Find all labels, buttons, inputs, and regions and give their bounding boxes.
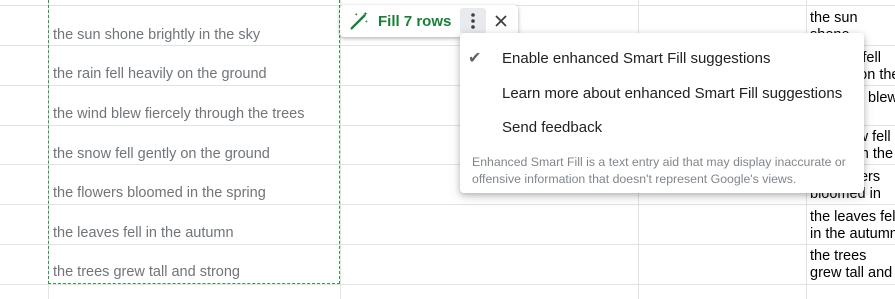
fill-rows-button[interactable]: Fill 7 rows bbox=[378, 13, 451, 30]
menu-item-label: Learn more about enhanced Smart Fill sug… bbox=[502, 84, 843, 102]
smart-fill-options-menu: ✔ Enable enhanced Smart Fill suggestions… bbox=[460, 33, 864, 193]
menu-item-send-feedback[interactable]: Send feedback bbox=[460, 112, 864, 142]
cell-suggestion[interactable]: the sun shone brightly in the sky bbox=[53, 27, 260, 43]
menu-item-learn-more[interactable]: Learn more about enhanced Smart Fill sug… bbox=[460, 78, 864, 108]
cell-suggestion[interactable]: the leaves fell in the autumn bbox=[53, 225, 234, 241]
cell-suggestion[interactable]: the wind blew fiercely through the trees bbox=[53, 106, 304, 122]
smart-fill-disclaimer: Enhanced Smart Fill is a text entry aid … bbox=[472, 155, 846, 186]
cell-suggestion[interactable]: the rain fell heavily on the ground bbox=[53, 66, 267, 82]
menu-item-label: Send feedback bbox=[502, 118, 603, 136]
cell-source[interactable]: the trees grew tall and strong bbox=[810, 248, 895, 282]
row-divider bbox=[0, 284, 895, 285]
cell-source[interactable]: the leaves fell in the autumn bbox=[810, 209, 895, 243]
check-icon: ✔ bbox=[468, 50, 482, 67]
menu-item-label: Enable enhanced Smart Fill suggestions bbox=[502, 49, 771, 67]
menu-item-enable-enhanced[interactable]: ✔ Enable enhanced Smart Fill suggestions bbox=[460, 43, 864, 73]
close-icon[interactable] bbox=[488, 8, 514, 34]
cell-suggestion[interactable]: the snow fell gently on the ground bbox=[53, 146, 270, 162]
cell-suggestion[interactable]: the trees grew tall and strong bbox=[53, 264, 240, 280]
magic-wand-icon bbox=[344, 6, 374, 36]
cell-suggestion[interactable]: the flowers bloomed in the spring bbox=[53, 185, 266, 201]
more-vert-icon[interactable] bbox=[460, 8, 486, 34]
